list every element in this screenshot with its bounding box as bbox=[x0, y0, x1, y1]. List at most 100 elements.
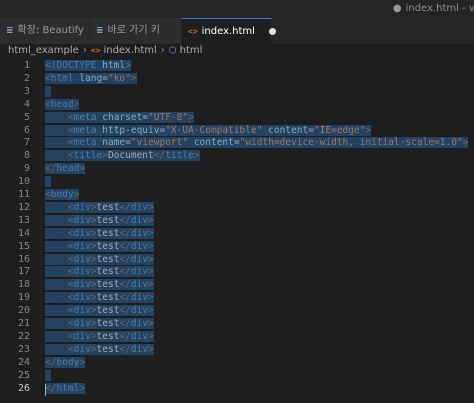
code-token: < bbox=[45, 189, 51, 200]
code-token: > bbox=[193, 150, 200, 162]
line-number: 13 bbox=[17, 214, 30, 226]
selection-highlight: ····<div>test</div> bbox=[45, 292, 154, 304]
code-line: ····<div>test</div> bbox=[45, 330, 154, 344]
tab-keyboard-shortcuts[interactable]: ≣ 바로 가기 키 bbox=[90, 18, 182, 44]
code-token: > bbox=[148, 292, 154, 304]
code-token: > bbox=[148, 201, 154, 213]
code-token: div bbox=[73, 292, 91, 304]
indent-whitespace: ···· bbox=[45, 124, 68, 136]
line-number: 6 bbox=[23, 124, 30, 136]
selection-highlight: ····<meta http-equiv="X-UA-Compatible" c… bbox=[45, 124, 372, 136]
code-token: > bbox=[148, 330, 154, 342]
code-token: > bbox=[130, 72, 137, 84]
title-bar: ● index.html - vs bbox=[0, 0, 474, 18]
code-line bbox=[45, 176, 51, 189]
code-token: > bbox=[148, 305, 154, 317]
symbol-element-icon: ⬡ bbox=[168, 46, 177, 56]
code-token: </ bbox=[45, 382, 57, 394]
code-token: html bbox=[56, 382, 80, 394]
code-token: > bbox=[148, 227, 154, 239]
code-token: </ bbox=[45, 356, 57, 368]
code-line: ····<meta name="viewport" content="width… bbox=[45, 137, 469, 150]
breadcrumb-element[interactable]: html bbox=[180, 45, 203, 56]
code-token: > bbox=[90, 279, 97, 291]
code-line: ····<meta http-equiv="X-UA-Compatible" c… bbox=[45, 124, 372, 138]
code-token: > bbox=[79, 382, 86, 394]
code-token: > bbox=[90, 253, 97, 265]
unsaved-dot-icon[interactable] bbox=[268, 27, 276, 35]
code-token: < bbox=[67, 305, 74, 317]
indent-whitespace: ···· bbox=[45, 343, 68, 355]
code-token: < bbox=[67, 266, 74, 278]
selection-highlight: ····<div>test</div> bbox=[45, 343, 154, 355]
code-editor[interactable]: 1 2 3 4 5 6 7 8 9 10 11 12 13 14 15 16 17 18 19 20 21 22 23 24 2… bbox=[0, 58, 474, 403]
indent-whitespace: ···· bbox=[45, 330, 68, 342]
code-line bbox=[45, 369, 51, 383]
code-token: < bbox=[45, 98, 51, 110]
selection-highlight bbox=[45, 85, 51, 97]
code-token: </ bbox=[119, 343, 131, 355]
code-line: ····<div>test</div> bbox=[45, 343, 154, 357]
code-token: < bbox=[45, 72, 51, 84]
code-token: div bbox=[130, 227, 149, 239]
code-line: ····<div>test</div> bbox=[45, 227, 154, 241]
code-token: charset bbox=[102, 111, 143, 123]
code-token: </ bbox=[153, 150, 166, 162]
code-token: title bbox=[73, 150, 103, 162]
code-token: < bbox=[67, 214, 74, 226]
code-token: div bbox=[73, 240, 91, 252]
indent-whitespace: ···· bbox=[45, 150, 68, 162]
code-token: </ bbox=[119, 240, 131, 252]
selection-highlight: ····<div>test</div> bbox=[45, 330, 154, 342]
line-number: 26 bbox=[17, 382, 30, 394]
line-number: 10 bbox=[17, 176, 30, 188]
indent-whitespace: ···· bbox=[45, 305, 68, 317]
breadcrumb: html_example › <> index.html › ⬡ html bbox=[0, 44, 474, 58]
code-token: > bbox=[125, 60, 131, 71]
code-token: </ bbox=[119, 227, 131, 239]
line-number: 22 bbox=[17, 330, 30, 342]
code-line: </html> bbox=[45, 382, 86, 396]
code-token: </ bbox=[119, 201, 131, 213]
code-line: ····<div>test</div> bbox=[45, 240, 154, 254]
code-token: !DOCTYPE bbox=[50, 60, 97, 71]
selection-highlight: ····<title>Document</title> bbox=[45, 150, 200, 162]
tab-index-html[interactable]: <> index.html bbox=[182, 18, 276, 44]
code-token: test bbox=[96, 318, 120, 329]
code-token: > bbox=[90, 201, 97, 213]
code-line: <html lang="ko"> bbox=[45, 72, 137, 86]
code-token: html bbox=[102, 60, 126, 71]
code-token: < bbox=[67, 318, 74, 329]
code-line: ····<div>test</div> bbox=[45, 201, 154, 215]
code-token: lang bbox=[79, 72, 103, 84]
code-token: body bbox=[50, 189, 74, 200]
breadcrumb-folder[interactable]: html_example bbox=[8, 45, 79, 56]
code-token: > bbox=[148, 214, 154, 226]
line-number: 2 bbox=[23, 72, 30, 84]
line-number: 7 bbox=[23, 137, 30, 149]
selection-highlight bbox=[45, 369, 51, 381]
code-token: > bbox=[79, 163, 86, 175]
html-file-icon: <> bbox=[90, 46, 101, 55]
code-area[interactable]: <!DOCTYPE html> <html lang="ko"> <head> ··… bbox=[45, 58, 474, 403]
code-token: html bbox=[50, 72, 74, 84]
line-number: 18 bbox=[17, 279, 30, 291]
selection-highlight: </html> bbox=[45, 382, 86, 394]
modified-dot-icon: ● bbox=[392, 3, 402, 14]
code-token: div bbox=[130, 266, 149, 278]
code-token: test bbox=[96, 330, 120, 342]
code-token: </ bbox=[119, 318, 131, 329]
window-title-text: index.html - vs bbox=[405, 3, 474, 14]
code-token: test bbox=[96, 292, 120, 304]
code-token: head bbox=[56, 163, 80, 175]
code-token: "X-UA-Compatible" bbox=[165, 124, 263, 136]
code-token: div bbox=[73, 253, 91, 265]
code-token: div bbox=[130, 330, 149, 342]
code-token: div bbox=[130, 279, 149, 291]
code-line: <!DOCTYPE html> bbox=[45, 60, 131, 73]
breadcrumb-file[interactable]: index.html bbox=[103, 45, 156, 56]
code-token: "width=device-width, initial-scale=1.0" bbox=[239, 137, 463, 149]
code-token: > bbox=[148, 253, 154, 265]
code-token: </ bbox=[119, 266, 131, 278]
tab-beautify[interactable]: ≣ 확장: Beautify bbox=[0, 18, 90, 44]
